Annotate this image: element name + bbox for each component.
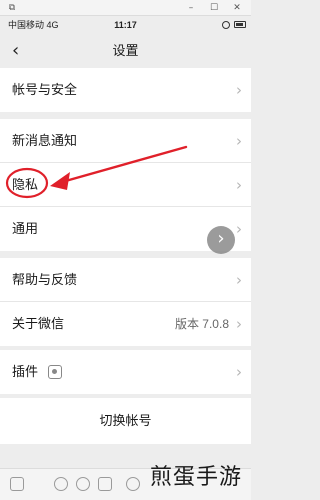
window-titlebar: ⧉ – ☐ ✕ bbox=[0, 0, 251, 16]
chevron-right-icon: › bbox=[236, 271, 242, 289]
settings-row-privacy[interactable]: 隐私 › bbox=[0, 163, 251, 207]
maximize-icon[interactable]: ☐ bbox=[208, 2, 220, 14]
clock: 11:17 bbox=[114, 20, 137, 30]
row-label: 关于微信 bbox=[12, 316, 65, 331]
version-value: 版本 7.0.8 bbox=[174, 317, 229, 331]
status-bar: 中国移动 4G 11:17 bbox=[0, 16, 251, 34]
zoom-in-icon[interactable] bbox=[54, 477, 68, 491]
screen-icon[interactable] bbox=[10, 477, 24, 491]
row-label: 帐号与安全 bbox=[12, 82, 78, 97]
row-label: 隐私 bbox=[12, 177, 39, 192]
plugin-icon bbox=[48, 365, 62, 379]
chevron-right-icon: › bbox=[236, 81, 242, 99]
restore-icon[interactable]: ⧉ bbox=[6, 2, 18, 14]
nav-bar: ‹ 设置 bbox=[0, 34, 251, 68]
minimize-icon[interactable]: – bbox=[185, 2, 197, 14]
settings-group-account: 帐号与安全 › bbox=[0, 68, 251, 112]
settings-row-plugins[interactable]: 插件 › bbox=[0, 350, 251, 394]
settings-row-about[interactable]: 关于微信 版本 7.0.8 › bbox=[0, 302, 251, 346]
chevron-right-icon: › bbox=[236, 220, 242, 238]
rotate-icon[interactable] bbox=[126, 477, 140, 491]
floating-assist-button[interactable] bbox=[207, 226, 235, 254]
switch-account-label: 切换帐号 bbox=[99, 413, 152, 428]
settings-row-account-security[interactable]: 帐号与安全 › bbox=[0, 68, 251, 112]
settings-group-help: 帮助与反馈 › 关于微信 版本 7.0.8 › bbox=[0, 258, 251, 346]
settings-group-plugins: 插件 › bbox=[0, 350, 251, 394]
switch-account-button[interactable]: 切换帐号 bbox=[0, 398, 251, 444]
chevron-right-icon: › bbox=[236, 315, 242, 333]
row-label: 帮助与反馈 bbox=[12, 272, 78, 287]
location-icon bbox=[222, 21, 230, 29]
row-label: 通用 bbox=[12, 221, 39, 236]
watermark-text: 煎蛋手游 bbox=[150, 465, 243, 490]
battery-icon bbox=[234, 21, 246, 28]
settings-row-help-feedback[interactable]: 帮助与反馈 › bbox=[0, 258, 251, 302]
row-label: 插件 bbox=[12, 364, 39, 379]
zoom-out-icon[interactable] bbox=[76, 477, 90, 491]
row-label: 新消息通知 bbox=[12, 133, 78, 148]
actual-size-icon[interactable] bbox=[98, 477, 112, 491]
chevron-right-icon: › bbox=[236, 363, 242, 381]
chevron-right-icon: › bbox=[236, 132, 242, 150]
page-title: 设置 bbox=[112, 43, 139, 58]
settings-group-switch-account: 切换帐号 bbox=[0, 398, 251, 444]
close-icon[interactable]: ✕ bbox=[231, 2, 243, 14]
settings-row-notifications[interactable]: 新消息通知 › bbox=[0, 119, 251, 163]
chevron-right-icon: › bbox=[236, 176, 242, 194]
